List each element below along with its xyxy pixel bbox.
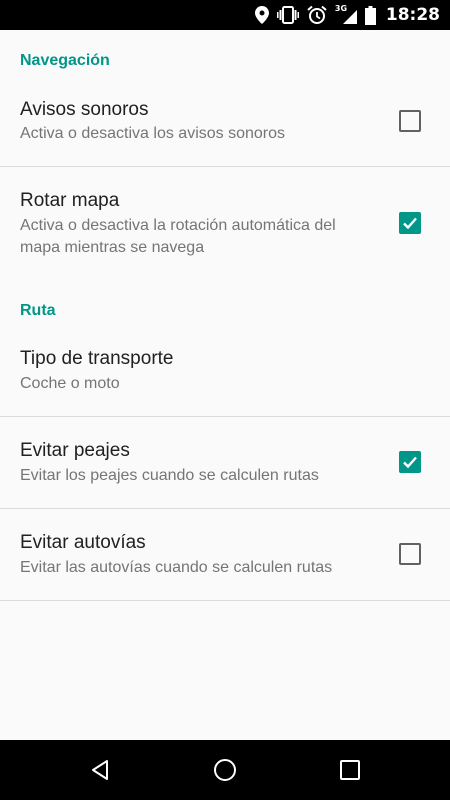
location-icon (254, 6, 269, 24)
rotar-mapa-checkbox[interactable] (399, 212, 421, 234)
status-bar: 3G 18:28 (0, 0, 450, 30)
signal-icon: 3G (335, 4, 357, 25)
status-clock: 18:28 (385, 5, 440, 25)
pref-title: Rotar mapa (20, 190, 120, 211)
evitar-peajes-checkbox[interactable] (399, 451, 421, 473)
settings-list: Navegación Avisos sonoros Activa o desac… (0, 30, 450, 740)
pref-rotar-mapa[interactable]: Rotar mapa Activa o desactiva la rotació… (0, 167, 450, 267)
pref-evitar-peajes[interactable]: Evitar peajes Evitar los peajes cuando s… (0, 417, 450, 507)
pref-summary: Activa o desactiva los avisos sonoros (20, 125, 286, 142)
home-icon (214, 759, 236, 781)
pref-avisos-sonoros[interactable]: Avisos sonoros Activa o desactiva los av… (0, 86, 450, 166)
pref-title: Evitar autovías (20, 532, 146, 553)
vibrate-icon (276, 6, 299, 24)
pref-summary: Activa o desactiva la rotación automátic… (20, 217, 336, 256)
home-button[interactable] (210, 755, 240, 785)
battery-icon (364, 5, 376, 25)
pref-tipo-transporte[interactable]: Tipo de transporte Coche o moto (0, 335, 450, 415)
pref-summary: Coche o moto (20, 375, 120, 392)
pref-summary: Evitar los peajes cuando se calculen rut… (20, 467, 319, 484)
navigation-bar (0, 740, 450, 800)
check-icon (403, 217, 417, 230)
pref-summary: Evitar las autovías cuando se calculen r… (20, 559, 333, 576)
avisos-sonoros-checkbox[interactable] (399, 110, 421, 132)
back-icon (92, 760, 108, 780)
status-icons: 3G 18:28 (254, 0, 440, 30)
evitar-autovias-checkbox[interactable] (399, 543, 421, 565)
pref-title: Avisos sonoros (20, 99, 149, 120)
check-icon (403, 456, 417, 469)
alarm-icon (307, 5, 327, 25)
pref-evitar-autovias[interactable]: Evitar autovías Evitar las autovías cuan… (0, 509, 450, 599)
section-header-ruta: Ruta (20, 302, 56, 319)
pref-title: Evitar peajes (20, 440, 130, 461)
back-button[interactable] (85, 755, 115, 785)
pref-title: Tipo de transporte (20, 348, 174, 369)
recents-button[interactable] (335, 755, 365, 785)
recents-icon (340, 760, 360, 780)
divider (0, 600, 450, 601)
section-header-navegacion: Navegación (20, 52, 110, 69)
